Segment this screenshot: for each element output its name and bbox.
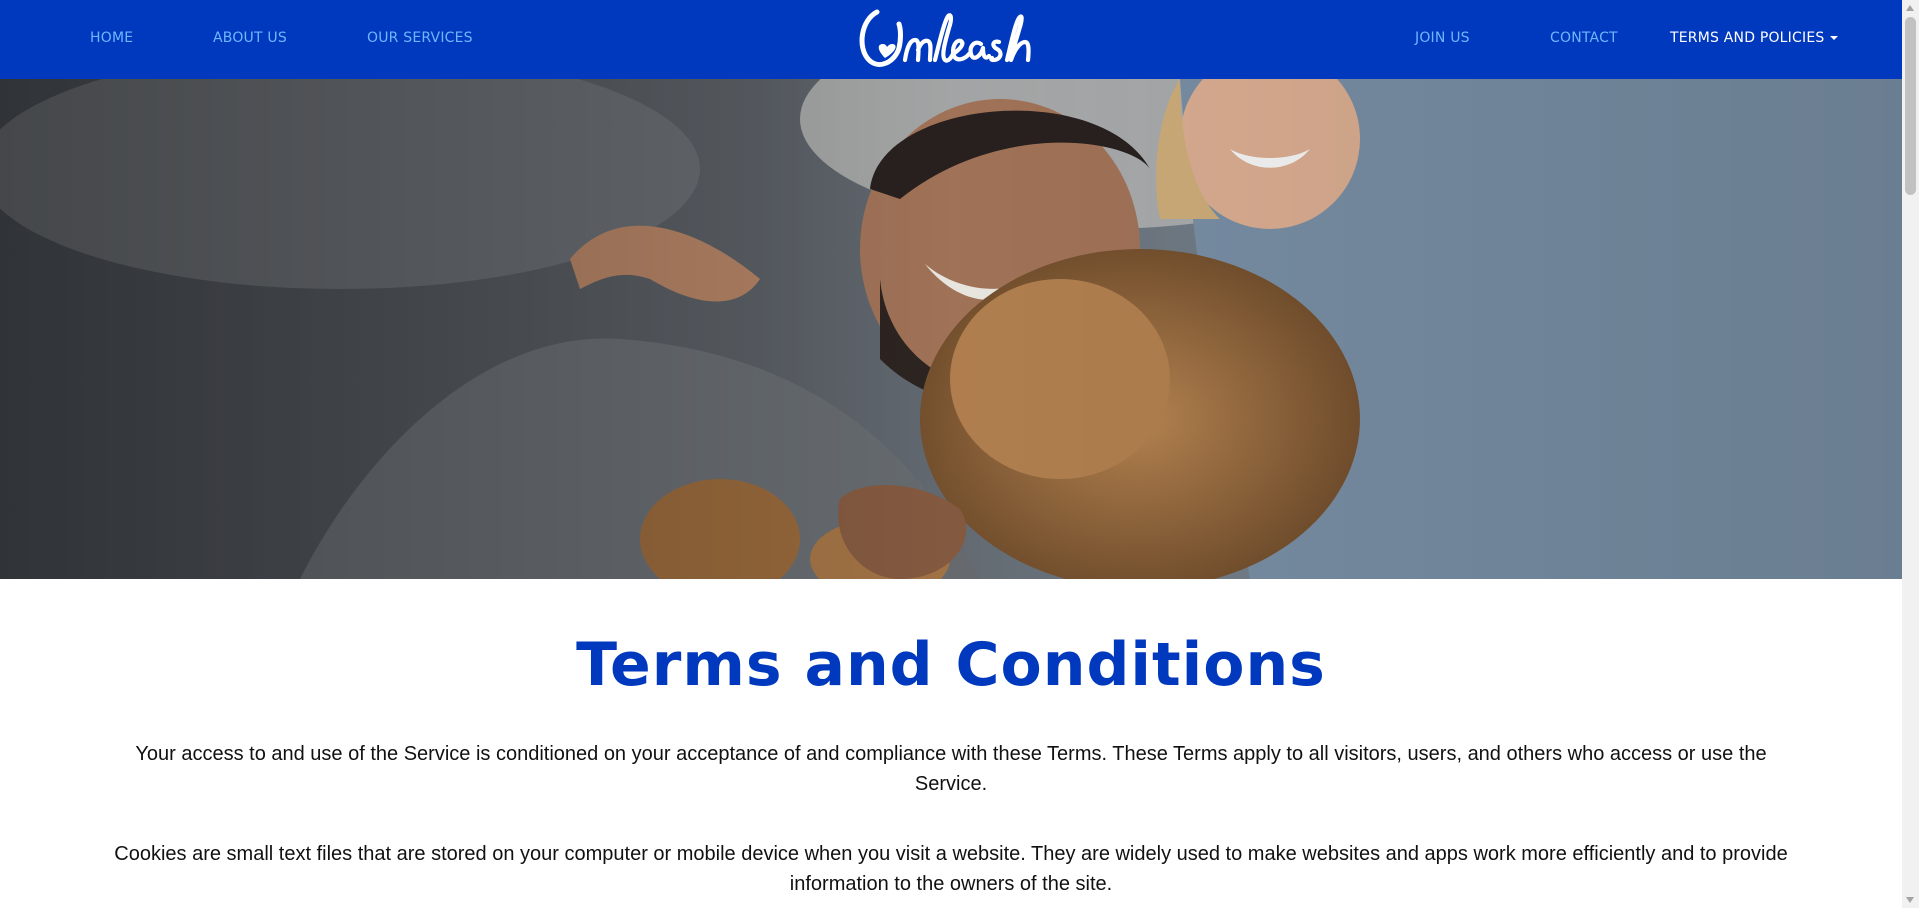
- terms-paragraph-1: Your access to and use of the Service is…: [0, 739, 1902, 799]
- logo-wordmark-icon: [859, 9, 1031, 67]
- scrollbar-thumb[interactable]: [1905, 17, 1916, 195]
- page: HOME ABOUT US OUR SERVICES JOIN US CONTA…: [0, 0, 1902, 908]
- nav-terms-label: TERMS AND POLICIES: [1670, 30, 1825, 46]
- top-navbar: HOME ABOUT US OUR SERVICES JOIN US CONTA…: [0, 0, 1902, 79]
- terms-paragraph-2: Cookies are small text files that are st…: [0, 839, 1902, 899]
- unleash-logo[interactable]: [855, 4, 1045, 72]
- nav-contact-link[interactable]: CONTACT: [1550, 30, 1618, 46]
- couple-with-dog-photo-icon: [0, 79, 1902, 579]
- nav-home-link[interactable]: HOME: [90, 30, 133, 46]
- hero-image: [0, 79, 1902, 579]
- nav-terms-dropdown[interactable]: TERMS AND POLICIES: [1670, 30, 1839, 46]
- terms-paragraph-2-text: Cookies are small text files that are st…: [114, 843, 1788, 895]
- page-title: Terms and Conditions: [576, 630, 1326, 700]
- nav-about-link[interactable]: ABOUT US: [213, 30, 287, 46]
- nav-services-link[interactable]: OUR SERVICES: [367, 30, 473, 46]
- nav-join-link[interactable]: JOIN US: [1415, 30, 1470, 46]
- terms-paragraph-1-text: Your access to and use of the Service is…: [135, 743, 1767, 795]
- vertical-scrollbar[interactable]: [1902, 0, 1919, 908]
- caret-down-icon: [1830, 36, 1839, 40]
- scroll-down-arrow-icon[interactable]: [1906, 897, 1914, 903]
- scroll-up-arrow-icon[interactable]: [1906, 5, 1914, 11]
